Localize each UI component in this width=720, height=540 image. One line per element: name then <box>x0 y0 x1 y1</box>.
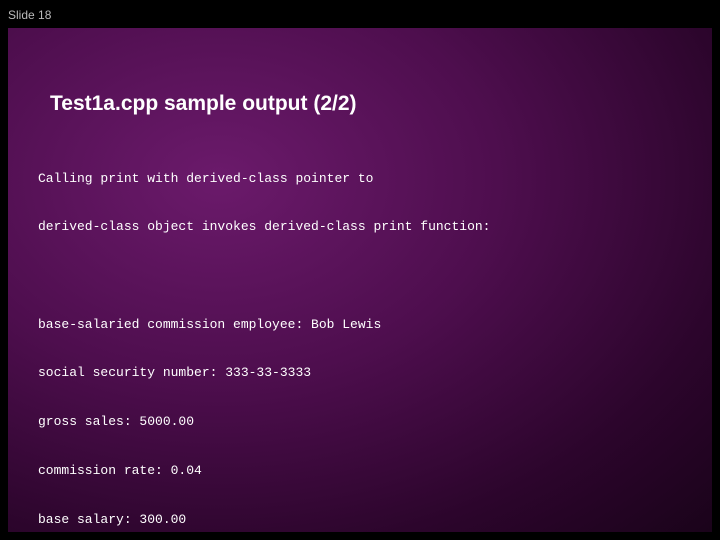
slide-body: Test1a.cpp sample output (2/2) Calling p… <box>8 28 712 532</box>
slide-number-label: Slide 18 <box>8 8 51 22</box>
output-line: commission rate: 0.04 <box>38 463 682 479</box>
page-container: Slide 18 Test1a.cpp sample output (2/2) … <box>0 0 720 540</box>
output-line: gross sales: 5000.00 <box>38 414 682 430</box>
output-line: base-salaried commission employee: Bob L… <box>38 317 682 333</box>
output-line: Calling print with derived-class pointer… <box>38 171 682 187</box>
output-block-1: Calling print with derived-class pointer… <box>38 138 682 268</box>
output-line: base salary: 300.00 <box>38 512 682 528</box>
slide-title: Test1a.cpp sample output (2/2) <box>38 28 682 116</box>
output-block-2: base-salaried commission employee: Bob L… <box>38 284 682 540</box>
output-line: derived-class object invokes derived-cla… <box>38 219 682 235</box>
output-line: social security number: 333-33-3333 <box>38 365 682 381</box>
